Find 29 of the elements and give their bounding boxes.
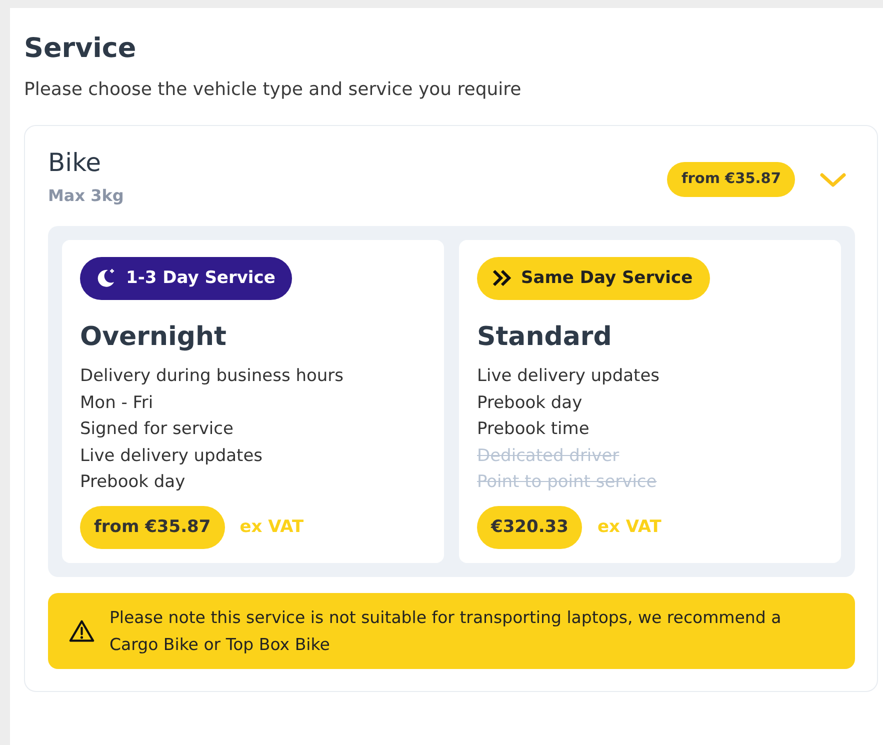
feature-text: Prebook day: [477, 392, 582, 415]
tax-note: ex VAT: [240, 516, 304, 539]
service-card[interactable]: Same Day Service Standard Live delivery updates Prebook day Prebook time Dedicated driver Point to point service €320.33 ex VAT: [459, 240, 841, 564]
tax-note: ex VAT: [597, 516, 662, 539]
vehicle-capacity: Max 3kg: [48, 184, 124, 207]
notice-text: Please note this service is not suitable for transporting laptops, we recommend a Cargo Bike or Top Box Bike: [109, 607, 782, 656]
moon-icon: [95, 267, 117, 290]
feature-text: Mon - Fri: [80, 392, 154, 415]
service-name: Standard: [477, 322, 613, 354]
price-tag: from €35.87: [667, 162, 795, 198]
double-chevron-icon: [492, 269, 512, 288]
section-title: Service: [24, 34, 138, 64]
feature-text: Prebook time: [477, 418, 590, 442]
section-subtitle: Please choose the vehicle type and service you require: [24, 78, 522, 102]
feature-text: Prebook day: [80, 471, 186, 494]
badge-label: Same Day Service: [521, 266, 693, 290]
service-card[interactable]: 1-3 Day Service Overnight Delivery during business hours Mon - Fri Signed for service Live delivery updates Prebook day from €35.87 ex VAT: [62, 240, 444, 564]
feature-text: Delivery during business hours: [80, 365, 344, 388]
feature-text: Signed for service: [80, 418, 234, 442]
price-tag: from €35.87: [80, 506, 225, 550]
feature-text: Live delivery updates: [477, 365, 660, 388]
vehicle-name: Bike: [48, 148, 102, 178]
feature-text: Point to point service: [477, 471, 657, 494]
service-name: Overnight: [80, 322, 228, 354]
feature-text: Live delivery updates: [80, 444, 263, 468]
badge-label: 1-3 Day Service: [126, 266, 276, 290]
chevron-down-icon[interactable]: [819, 171, 847, 190]
price-tag: €320.33: [477, 506, 582, 550]
feature-text: Dedicated driver: [477, 444, 620, 468]
